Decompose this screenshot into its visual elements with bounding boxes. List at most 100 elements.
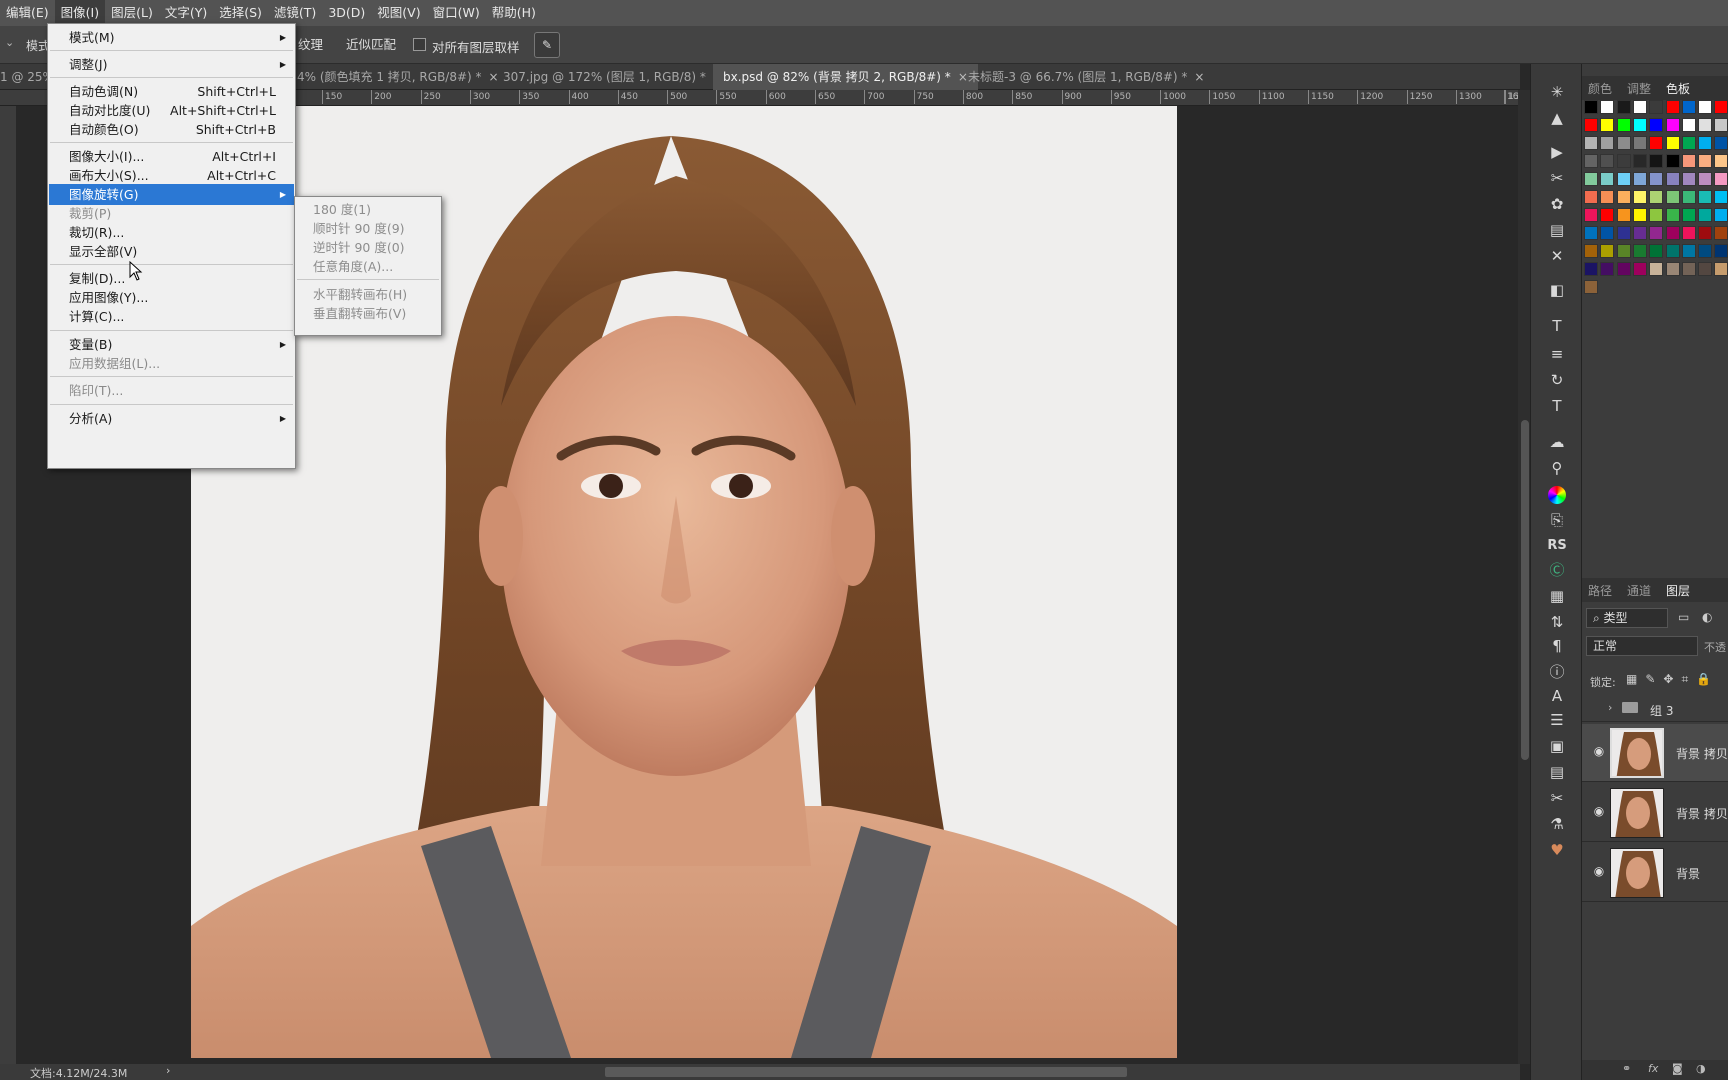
grid-icon[interactable]: ▦ bbox=[1544, 584, 1570, 608]
swatch[interactable] bbox=[1616, 262, 1631, 276]
adjustment-filter-icon[interactable]: ◐ bbox=[1702, 610, 1712, 624]
swatch[interactable] bbox=[1584, 262, 1598, 276]
swatch[interactable] bbox=[1600, 100, 1615, 114]
tab-paths[interactable]: 路径 bbox=[1588, 582, 1612, 599]
swatch[interactable] bbox=[1698, 118, 1713, 132]
swatch[interactable] bbox=[1584, 280, 1598, 294]
swatch[interactable] bbox=[1665, 136, 1680, 150]
swatch[interactable] bbox=[1616, 190, 1631, 204]
swatch[interactable] bbox=[1632, 226, 1647, 240]
swatch[interactable] bbox=[1665, 244, 1680, 258]
swatch[interactable] bbox=[1616, 208, 1631, 222]
swatch[interactable] bbox=[1665, 226, 1680, 240]
menu-item[interactable]: 图像旋转(G) ▶ bbox=[49, 184, 294, 205]
tab-doc-3[interactable]: 307.jpg @ 172% (图层 1, RGB/8) *× bbox=[493, 64, 733, 90]
swatch[interactable] bbox=[1665, 190, 1680, 204]
layer-group[interactable]: › 组 3 bbox=[1582, 696, 1728, 722]
crossed-tools-icon[interactable]: ✕ bbox=[1544, 244, 1570, 268]
stamp-icon[interactable]: ⚗ bbox=[1544, 812, 1570, 836]
status-menu-icon[interactable]: › bbox=[166, 1064, 170, 1077]
layer-row[interactable]: ◉ 背景 bbox=[1582, 844, 1728, 902]
swatch[interactable] bbox=[1632, 118, 1647, 132]
swatch[interactable] bbox=[1616, 172, 1631, 186]
image-filter-icon[interactable]: ▭ bbox=[1678, 610, 1689, 624]
sun-icon[interactable]: ✳ bbox=[1544, 80, 1570, 104]
menu-item[interactable]: 应用图像(Y)... bbox=[49, 287, 294, 308]
swatch[interactable] bbox=[1649, 226, 1664, 240]
swatch[interactable] bbox=[1714, 190, 1728, 204]
scissors-icon[interactable]: ✂ bbox=[1544, 786, 1570, 810]
brush-settings-icon[interactable]: ✿ bbox=[1544, 192, 1570, 216]
document-icon[interactable]: ▤ bbox=[1544, 760, 1570, 784]
swatch[interactable] bbox=[1649, 190, 1664, 204]
swatch[interactable] bbox=[1649, 154, 1664, 168]
swatch[interactable] bbox=[1665, 172, 1680, 186]
swatch[interactable] bbox=[1714, 100, 1728, 114]
swatch[interactable] bbox=[1600, 154, 1615, 168]
fx-icon[interactable]: fx bbox=[1648, 1062, 1658, 1075]
swatch[interactable] bbox=[1665, 154, 1680, 168]
tk-icon-2[interactable]: T bbox=[1544, 394, 1570, 418]
swatch[interactable] bbox=[1584, 208, 1598, 222]
tab-swatches[interactable]: 色板 bbox=[1659, 80, 1697, 102]
swatch[interactable] bbox=[1600, 262, 1615, 276]
swatch[interactable] bbox=[1649, 208, 1664, 222]
swatch[interactable] bbox=[1616, 118, 1631, 132]
character-icon[interactable]: A bbox=[1544, 684, 1570, 708]
scrollbar-thumb[interactable] bbox=[1521, 420, 1529, 760]
menu-item[interactable]: 图像大小(I)... Alt+Ctrl+I bbox=[49, 146, 294, 167]
swatch[interactable] bbox=[1698, 226, 1713, 240]
swatch[interactable] bbox=[1698, 154, 1713, 168]
swatch[interactable] bbox=[1584, 154, 1598, 168]
swatch[interactable] bbox=[1698, 244, 1713, 258]
swatch[interactable] bbox=[1649, 244, 1664, 258]
swatch[interactable] bbox=[1681, 136, 1696, 150]
menu-item[interactable]: 自动色调(N) Shift+Ctrl+L bbox=[49, 81, 294, 102]
adjustment-layer-icon[interactable]: ◑ bbox=[1696, 1062, 1706, 1075]
swatch[interactable] bbox=[1616, 154, 1631, 168]
horizontal-scrollbar[interactable] bbox=[605, 1067, 1127, 1077]
options-chevron-icon[interactable]: ⌄ bbox=[5, 36, 14, 49]
menu-help[interactable]: 帮助(H) bbox=[486, 0, 542, 26]
swap-icon[interactable]: ⇅ bbox=[1544, 610, 1570, 634]
device-icon[interactable]: ◧ bbox=[1544, 278, 1570, 302]
swatch[interactable] bbox=[1649, 118, 1664, 132]
swatch[interactable] bbox=[1714, 136, 1728, 150]
proximity-match-option[interactable]: 近似匹配 bbox=[338, 32, 404, 58]
swatch[interactable] bbox=[1632, 244, 1647, 258]
swatch[interactable] bbox=[1681, 226, 1696, 240]
swatch[interactable] bbox=[1616, 100, 1631, 114]
swatch[interactable] bbox=[1681, 118, 1696, 132]
color-wheel-icon[interactable] bbox=[1544, 482, 1570, 506]
layer-row[interactable]: ◉ 背景 拷贝 bbox=[1582, 784, 1728, 842]
swatch[interactable] bbox=[1600, 136, 1615, 150]
swatch[interactable] bbox=[1600, 244, 1615, 258]
swatch[interactable] bbox=[1632, 190, 1647, 204]
swatch[interactable] bbox=[1584, 244, 1598, 258]
menu-window[interactable]: 窗口(W) bbox=[427, 0, 486, 26]
menu-item[interactable]: 自动对比度(U) Alt+Shift+Ctrl+L bbox=[49, 100, 294, 121]
swatch[interactable] bbox=[1665, 262, 1680, 276]
histogram-icon[interactable]: ▲ bbox=[1544, 106, 1570, 130]
layer-row[interactable]: ◉ 背景 拷贝 bbox=[1582, 724, 1728, 782]
swatch[interactable] bbox=[1681, 190, 1696, 204]
swatch[interactable] bbox=[1649, 100, 1664, 114]
swatch[interactable] bbox=[1600, 208, 1615, 222]
swatch[interactable] bbox=[1714, 172, 1728, 186]
swatch[interactable] bbox=[1665, 208, 1680, 222]
swatch[interactable] bbox=[1584, 136, 1598, 150]
menu-item[interactable]: 裁切(R)... bbox=[49, 222, 294, 243]
texture-option[interactable]: 纹理 bbox=[290, 32, 331, 58]
swatch[interactable] bbox=[1714, 262, 1728, 276]
menu-item[interactable]: 显示全部(V) bbox=[49, 241, 294, 262]
sample-all-layers-checkbox[interactable] bbox=[413, 38, 426, 51]
swatch[interactable] bbox=[1584, 190, 1598, 204]
swatch[interactable] bbox=[1632, 154, 1647, 168]
swatch[interactable] bbox=[1616, 244, 1631, 258]
swatch[interactable] bbox=[1600, 226, 1615, 240]
swatch[interactable] bbox=[1681, 154, 1696, 168]
swatch[interactable] bbox=[1681, 208, 1696, 222]
brush-pressure-icon[interactable]: ✎ bbox=[534, 32, 560, 58]
swatch[interactable] bbox=[1698, 136, 1713, 150]
swatch[interactable] bbox=[1600, 172, 1615, 186]
